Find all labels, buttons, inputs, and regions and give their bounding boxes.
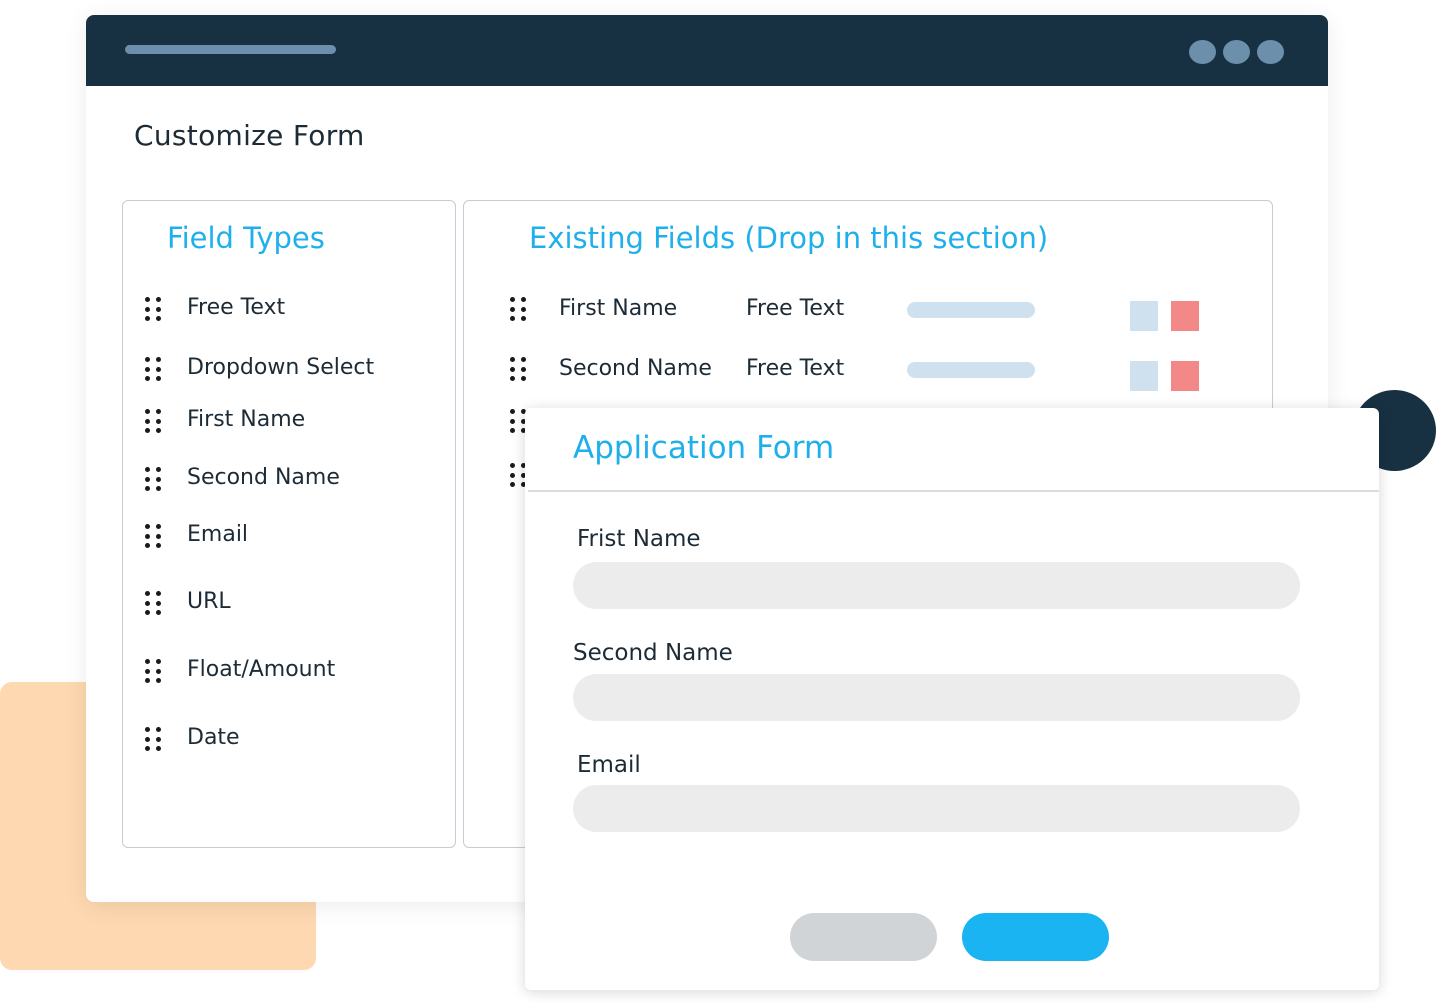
- submit-button[interactable]: [962, 913, 1109, 961]
- first-name-input[interactable]: [573, 562, 1300, 609]
- existing-field-type: Free Text: [746, 356, 845, 381]
- field-type-label: Float/Amount: [187, 657, 336, 682]
- field-types-panel: Field Types Free Text Dropdown Select Fi…: [122, 200, 456, 848]
- field-type-label: Free Text: [187, 295, 286, 320]
- modal-divider: [528, 490, 1379, 492]
- titlebar-placeholder: [125, 45, 336, 54]
- grip-dots-icon[interactable]: [145, 357, 161, 381]
- field-type-item-second-name[interactable]: Second Name: [123, 463, 455, 493]
- grip-dots-icon[interactable]: [145, 409, 161, 433]
- cancel-button[interactable]: [790, 913, 937, 961]
- window-dot: [1223, 40, 1250, 64]
- field-type-item-date[interactable]: Date: [123, 723, 455, 753]
- field-type-label: First Name: [187, 407, 306, 432]
- grip-dots-icon[interactable]: [145, 727, 161, 751]
- window-dot: [1189, 40, 1216, 64]
- field-type-item-url[interactable]: URL: [123, 587, 455, 617]
- grip-dots-icon[interactable]: [510, 357, 526, 381]
- field-type-label: Dropdown Select: [187, 355, 375, 380]
- edit-field-button[interactable]: [1130, 301, 1158, 331]
- grip-dots-icon[interactable]: [510, 409, 526, 433]
- edit-field-button[interactable]: [1130, 361, 1158, 391]
- field-label-email: Email: [577, 752, 641, 778]
- existing-field-type: Free Text: [746, 296, 845, 321]
- modal-title: Application Form: [573, 430, 835, 466]
- field-type-item-email[interactable]: Email: [123, 520, 455, 550]
- delete-field-button[interactable]: [1171, 301, 1199, 331]
- field-types-heading: Field Types: [167, 221, 325, 255]
- existing-field-row: Second Name Free Text: [464, 351, 1272, 391]
- grip-dots-icon[interactable]: [145, 524, 161, 548]
- existing-field-row: First Name Free Text: [464, 291, 1272, 331]
- existing-field-name: First Name: [559, 296, 678, 321]
- grip-dots-icon[interactable]: [145, 659, 161, 683]
- email-input[interactable]: [573, 785, 1300, 832]
- grip-dots-icon[interactable]: [510, 463, 526, 487]
- field-type-item-free-text[interactable]: Free Text: [123, 293, 455, 323]
- existing-field-name: Second Name: [559, 356, 712, 381]
- second-name-input[interactable]: [573, 674, 1300, 721]
- field-type-item-float-amount[interactable]: Float/Amount: [123, 655, 455, 685]
- field-type-item-first-name[interactable]: First Name: [123, 405, 455, 435]
- delete-field-button[interactable]: [1171, 361, 1199, 391]
- grip-dots-icon[interactable]: [145, 591, 161, 615]
- more-dots-icon[interactable]: [1189, 40, 1284, 64]
- field-type-label: Date: [187, 725, 240, 750]
- field-type-item-dropdown-select[interactable]: Dropdown Select: [123, 353, 455, 383]
- field-type-label: Second Name: [187, 465, 340, 490]
- grip-dots-icon[interactable]: [145, 297, 161, 321]
- application-form-modal: Application Form Frist Name Second Name …: [525, 408, 1379, 990]
- field-type-label: Email: [187, 522, 249, 547]
- grip-dots-icon[interactable]: [510, 297, 526, 321]
- field-label-first-name: Frist Name: [577, 526, 701, 552]
- field-type-label: URL: [187, 589, 231, 614]
- field-label-second-name: Second Name: [573, 640, 733, 666]
- window-dot: [1257, 40, 1284, 64]
- existing-field-placeholder-bar: [907, 302, 1035, 318]
- existing-field-placeholder-bar: [907, 362, 1035, 378]
- existing-fields-heading: Existing Fields (Drop in this section): [529, 221, 1049, 255]
- page-title: Customize Form: [134, 119, 365, 152]
- grip-dots-icon[interactable]: [145, 467, 161, 491]
- window-titlebar: [86, 15, 1328, 86]
